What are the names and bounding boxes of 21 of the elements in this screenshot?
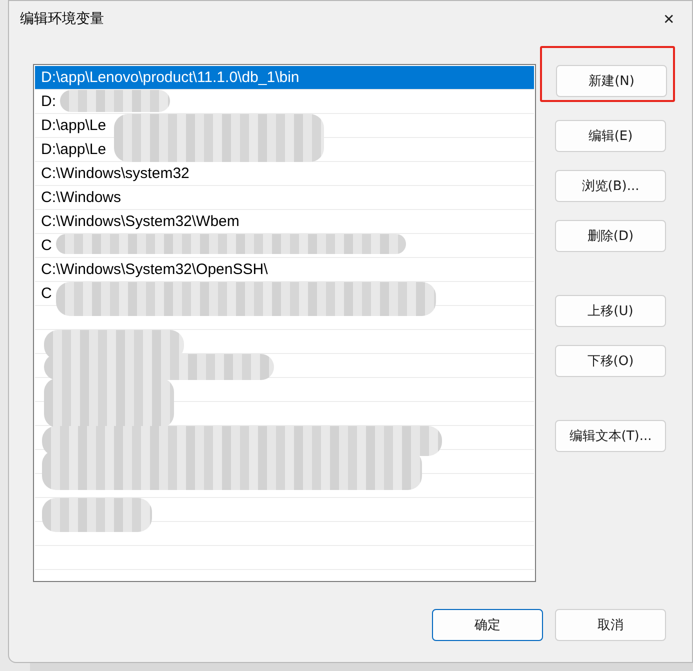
list-item[interactable]: C: [41, 234, 52, 257]
window-title: 编辑环境变量: [20, 10, 104, 28]
action-button[interactable]: 下移(O): [555, 345, 666, 377]
action-button[interactable]: 上移(U): [555, 295, 666, 327]
list-item[interactable]: C: [41, 282, 52, 305]
action-button[interactable]: 新建(N): [556, 65, 667, 97]
list-item[interactable]: C:\Windows\System32\OpenSSH\: [41, 258, 268, 281]
action-button[interactable]: 编辑(E): [555, 120, 666, 152]
list-item[interactable]: C:\Windows\System32\Wbem: [41, 210, 240, 233]
list-item[interactable]: D:\app\Lenovo\product\11.1.0\db_1\bin: [35, 66, 534, 90]
list-item[interactable]: C:\Windows\system32: [41, 162, 190, 185]
cancel-button[interactable]: 取消: [555, 609, 666, 641]
list-item[interactable]: D:\app\Le: [41, 138, 106, 161]
action-button[interactable]: 删除(D): [555, 220, 666, 252]
list-item[interactable]: C:\Windows: [41, 186, 122, 209]
action-button[interactable]: 浏览(B)...: [555, 170, 666, 202]
action-button[interactable]: 编辑文本(T)...: [555, 420, 666, 452]
ok-button[interactable]: 确定: [432, 609, 543, 641]
close-button[interactable]: ✕: [646, 1, 692, 37]
list-item[interactable]: D:\app\Le: [41, 114, 106, 137]
list-item[interactable]: D:: [41, 90, 56, 113]
